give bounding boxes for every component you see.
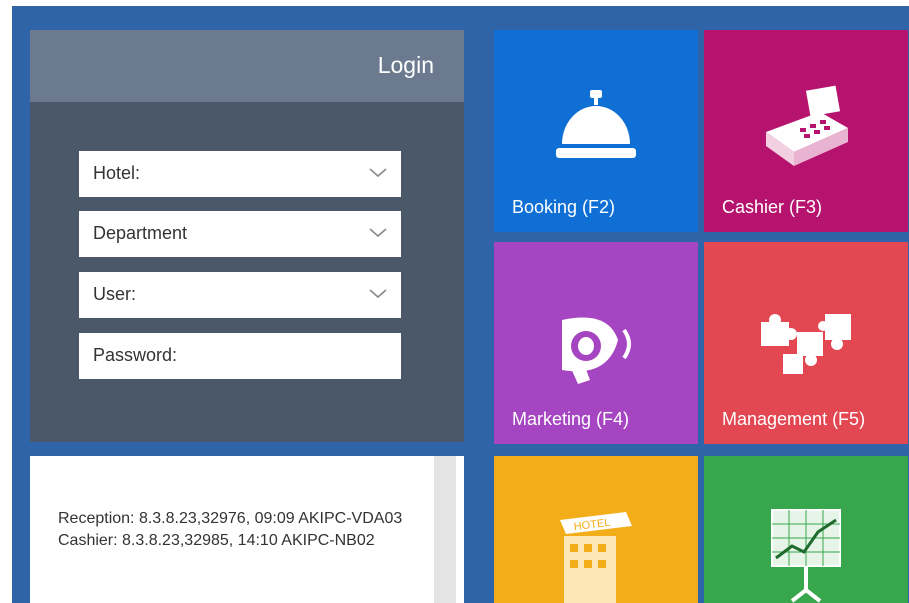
tile-cashier[interactable]: Cashier (F3) xyxy=(704,30,908,232)
version-info-panel: Reception: 8.3.8.23,32976, 09:09 AKIPC-V… xyxy=(30,456,464,603)
tile-reports[interactable] xyxy=(704,456,908,603)
login-title: Login xyxy=(377,52,434,78)
user-select[interactable]: User: xyxy=(79,272,401,318)
tile-management[interactable]: Management (F5) xyxy=(704,242,908,444)
megaphone-icon xyxy=(562,317,631,384)
hotel-select[interactable]: Hotel: xyxy=(79,151,401,197)
hotel-label: Hotel: xyxy=(93,163,141,183)
tile-marketing[interactable]: Marketing (F4) xyxy=(494,242,698,444)
tile-marketing-label: Marketing (F4) xyxy=(512,409,630,429)
tile-hotel[interactable]: HOTEL xyxy=(494,456,698,603)
password-field[interactable]: Password: xyxy=(79,333,401,379)
chevron-down-icon[interactable] xyxy=(367,282,389,304)
login-panel: Login Hotel: Department User: Password: xyxy=(30,30,464,442)
tile-booking-label: Booking (F2) xyxy=(512,197,616,217)
department-select[interactable]: Department xyxy=(79,211,401,257)
chevron-down-icon[interactable] xyxy=(367,221,389,243)
department-label: Department xyxy=(93,223,188,243)
user-label: User: xyxy=(93,284,137,304)
reception-version-line: Reception: 8.3.8.23,32976, 09:09 AKIPC-V… xyxy=(58,510,403,527)
hotel-building-icon: HOTEL xyxy=(560,512,632,603)
cash-register-icon xyxy=(766,85,848,166)
chevron-down-icon[interactable] xyxy=(367,161,389,183)
login-header: Login xyxy=(30,30,464,102)
service-bell-icon xyxy=(556,90,636,158)
scrollbar[interactable] xyxy=(434,456,456,603)
chart-board-icon xyxy=(771,509,841,603)
tile-booking[interactable]: Booking (F2) xyxy=(494,30,698,232)
cashier-version-line: Cashier: 8.3.8.23,32985, 14:10 AKIPC-NB0… xyxy=(58,532,375,549)
version-info-text: Reception: 8.3.8.23,32976, 09:09 AKIPC-V… xyxy=(58,508,408,552)
tile-management-label: Management (F5) xyxy=(722,409,866,429)
tile-cashier-label: Cashier (F3) xyxy=(722,197,823,217)
puzzle-icon xyxy=(761,314,851,374)
password-label: Password: xyxy=(93,345,178,365)
